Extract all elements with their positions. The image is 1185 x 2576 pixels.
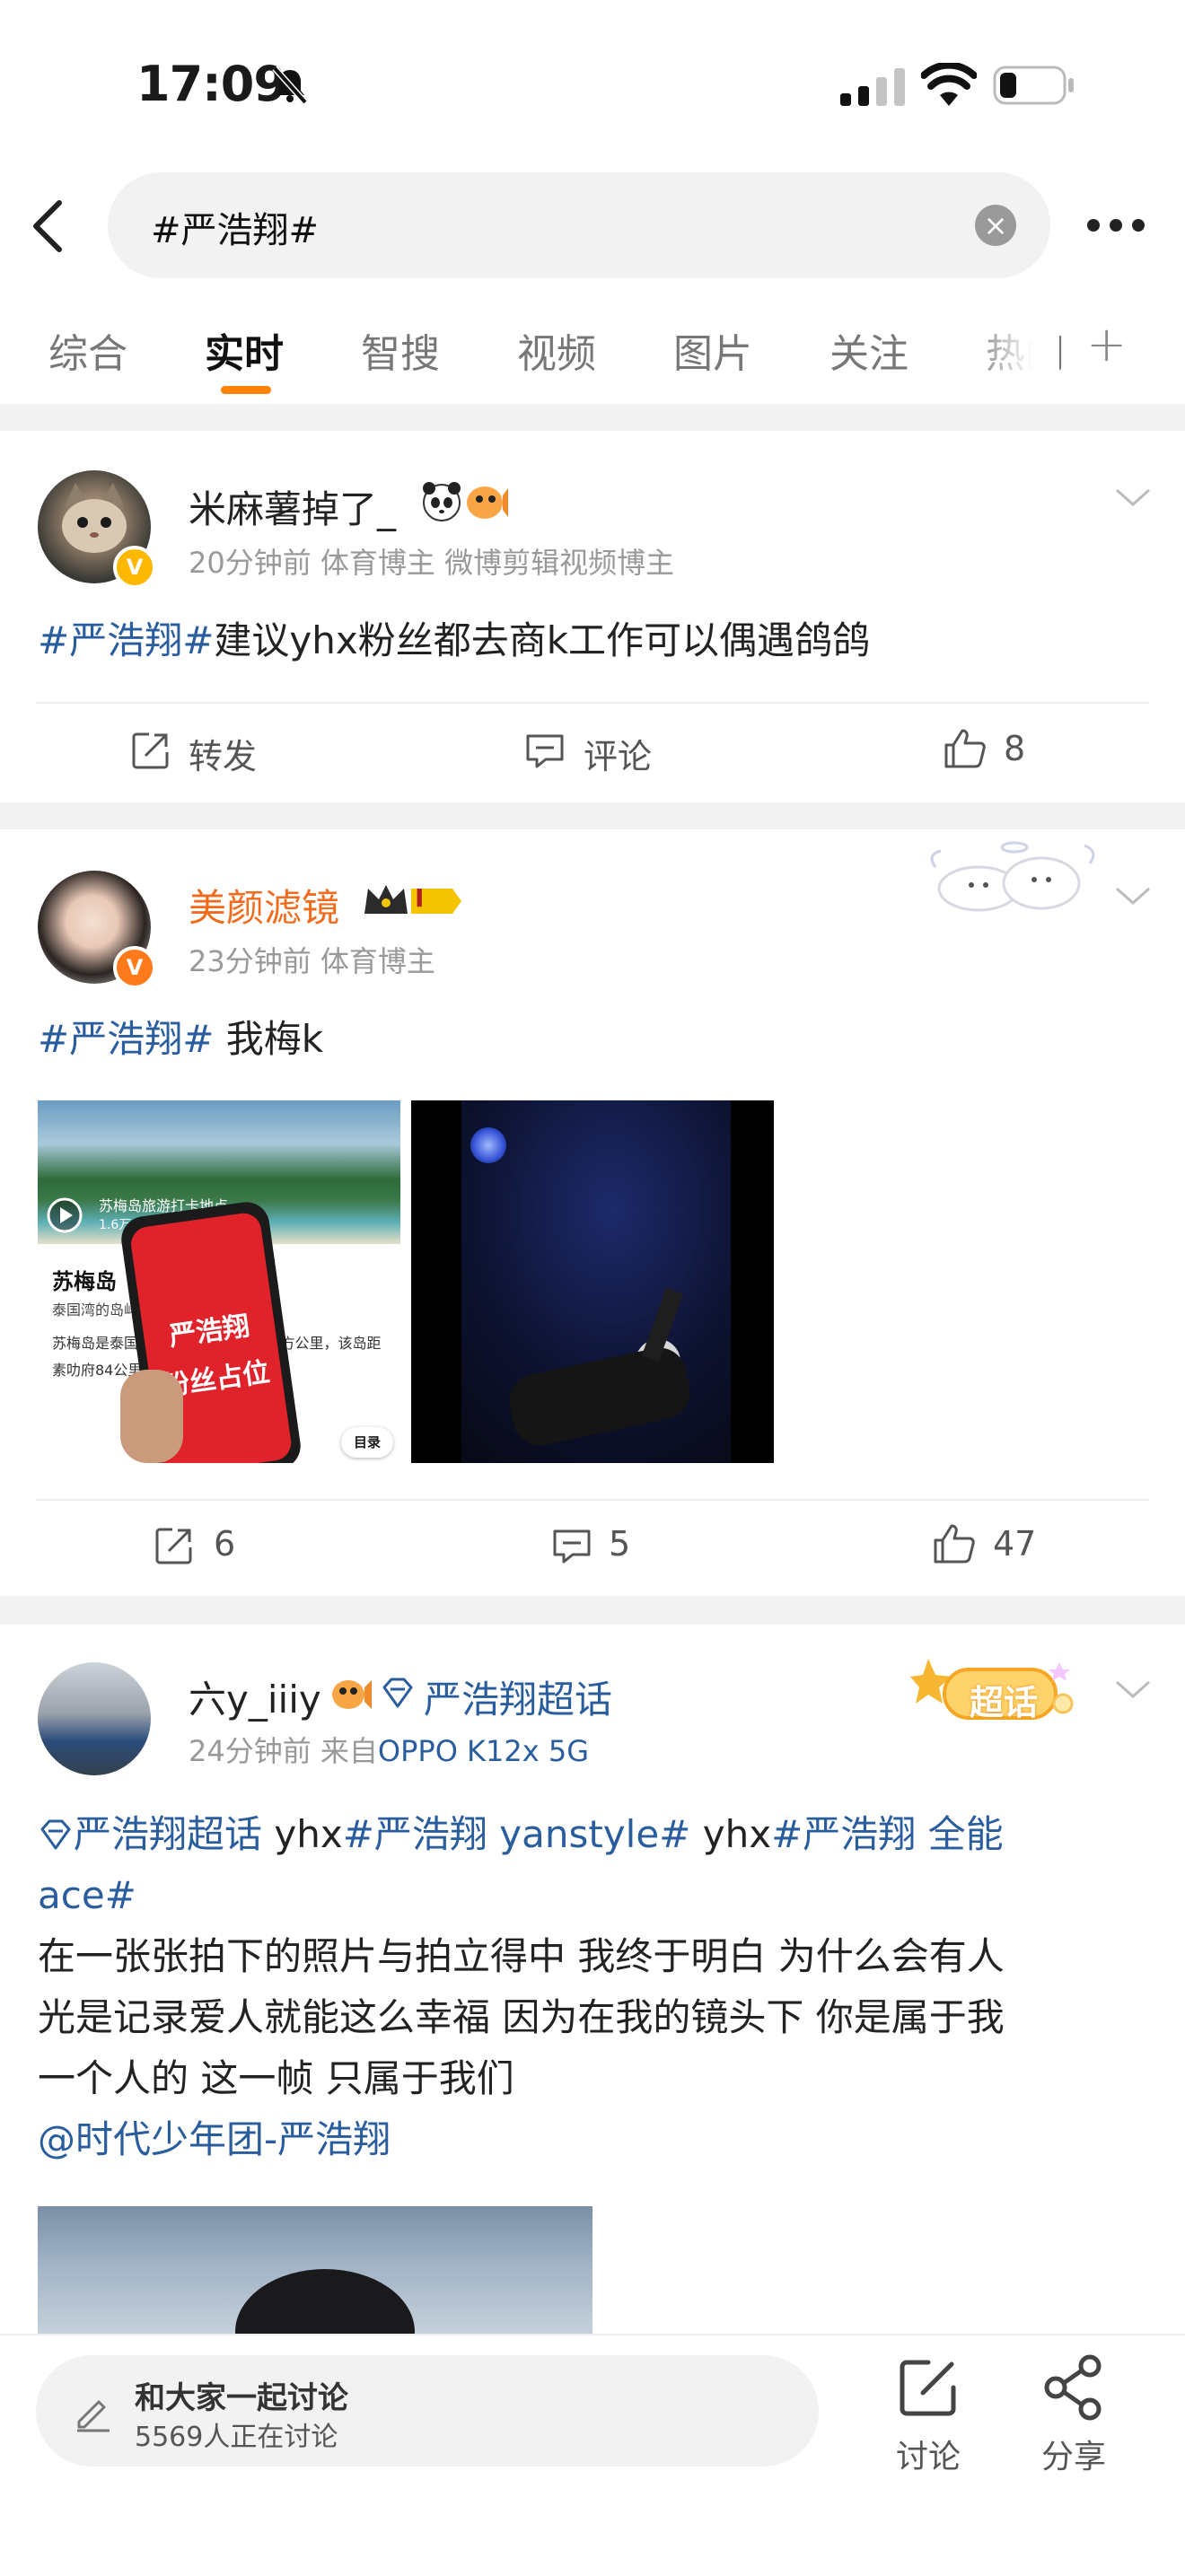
bell-muted-icon: [272, 66, 308, 105]
comment-count[interactable]: 5: [609, 1524, 630, 1564]
tab-images[interactable]: 图片: [673, 321, 752, 379]
hashtag-link[interactable]: ace#: [38, 1873, 136, 1917]
like-count[interactable]: 47: [993, 1524, 1036, 1564]
post-image-stage[interactable]: [411, 1100, 774, 1463]
pencil-icon: [77, 2400, 110, 2432]
post-text: #严浩翔# 我梅k: [38, 1017, 324, 1061]
verified-badge-icon: V: [113, 946, 156, 989]
verified-badge-icon: V: [113, 546, 156, 589]
comment-button[interactable]: 评论: [584, 729, 652, 778]
vip-level: I: [415, 883, 425, 913]
avatar[interactable]: [38, 1662, 151, 1775]
discuss-button[interactable]: 讨论: [896, 2431, 961, 2477]
hashtag-link[interactable]: #严浩翔#: [38, 1017, 214, 1061]
more-options-icon[interactable]: [1084, 214, 1147, 237]
cloud-cats-sticker-icon: [930, 841, 1095, 912]
share-icon[interactable]: [1040, 2353, 1108, 2422]
chaohua-sticker: 超话: [910, 1653, 1081, 1729]
comment-icon[interactable]: [524, 732, 566, 770]
vip-crown-badge-icon: [364, 885, 461, 914]
tab-smart-search[interactable]: 智搜: [361, 321, 440, 379]
status-time: 17:09: [136, 56, 287, 112]
post-meta: 23分钟前 体育博主: [189, 944, 435, 978]
repost-icon[interactable]: [131, 731, 171, 770]
post-meta: 24分钟前 来自OPPO K12x 5G: [189, 1734, 590, 1768]
chevron-down-icon[interactable]: [1113, 1677, 1153, 1702]
repost-icon[interactable]: [154, 1526, 194, 1565]
mention-link[interactable]: @时代少年团-严浩翔: [38, 2109, 1151, 2170]
comment-icon[interactable]: [551, 1528, 592, 1565]
post-image-koh-samui[interactable]: 苏梅岛旅游打卡地点 1.6万 苏梅岛 泰国湾的岛屿 苏梅岛是泰国第三大岛，面积2…: [38, 1100, 400, 1463]
cellular-signal-icon: [840, 68, 905, 106]
device-link[interactable]: OPPO K12x 5G: [378, 1734, 589, 1768]
post-text: 严浩翔超话 yhx#严浩翔 yanstyle# yhx#严浩翔 全能 ace# …: [38, 1804, 1151, 2170]
like-icon[interactable]: [943, 727, 988, 770]
chaohua-link[interactable]: 严浩翔超话: [424, 1669, 612, 1724]
play-icon[interactable]: [47, 1197, 83, 1233]
battery-icon: [993, 66, 1074, 105]
share-button[interactable]: 分享: [1041, 2431, 1106, 2477]
section-divider: [0, 802, 1185, 829]
like-icon[interactable]: [932, 1522, 977, 1565]
post-text: #严浩翔#建议yhx粉丝都去商k工作可以偶遇鸽鸽: [38, 618, 871, 662]
search-query[interactable]: #严浩翔#: [151, 201, 319, 253]
active-tab-indicator: [221, 386, 271, 394]
like-count[interactable]: 8: [1004, 729, 1025, 768]
section-divider: [0, 1596, 1185, 1625]
repost-button[interactable]: 转发: [189, 729, 257, 778]
post-meta: 20分钟前 体育博主 微博剪辑视频博主: [189, 546, 675, 580]
hashtag-link[interactable]: #严浩翔 全能: [771, 1812, 1004, 1856]
chevron-down-icon[interactable]: [1113, 485, 1153, 510]
tab-following[interactable]: 关注: [830, 321, 908, 379]
chaohua-link[interactable]: 严浩翔超话: [74, 1812, 262, 1856]
clear-search-icon[interactable]: ×: [975, 205, 1016, 246]
hashtag-link[interactable]: #严浩翔 yanstyle#: [343, 1812, 691, 1856]
post-username[interactable]: 美颜滤镜: [189, 878, 339, 933]
tab-comprehensive[interactable]: 综合: [48, 321, 127, 379]
chevron-down-icon[interactable]: [1113, 883, 1153, 908]
pufferfish-emoji-icon: [332, 1680, 372, 1709]
chaohua-diamond-icon: [40, 1819, 71, 1850]
section-divider: [0, 404, 1185, 431]
hashtag-link[interactable]: #严浩翔#: [38, 618, 214, 662]
discussion-count: 5569人正在讨论: [135, 2422, 338, 2453]
post-image-portrait[interactable]: [38, 2206, 592, 2341]
discussion-title: 和大家一起讨论: [135, 2380, 348, 2416]
tab-video[interactable]: 视频: [517, 321, 596, 379]
panda-fish-emoji-icon: [423, 482, 508, 521]
wifi-icon: [921, 63, 977, 106]
back-arrow-icon[interactable]: [25, 197, 70, 255]
tab-realtime[interactable]: 实时: [205, 321, 284, 379]
post-username[interactable]: 米麻薯掉了_: [189, 479, 396, 534]
repost-count[interactable]: 6: [214, 1524, 235, 1564]
hand: [120, 1370, 183, 1463]
chaohua-diamond-icon: [382, 1678, 413, 1708]
compose-icon[interactable]: [896, 2355, 961, 2420]
add-tab-icon[interactable]: +: [1086, 316, 1127, 372]
post-username[interactable]: 六y_iiiy: [189, 1669, 321, 1724]
